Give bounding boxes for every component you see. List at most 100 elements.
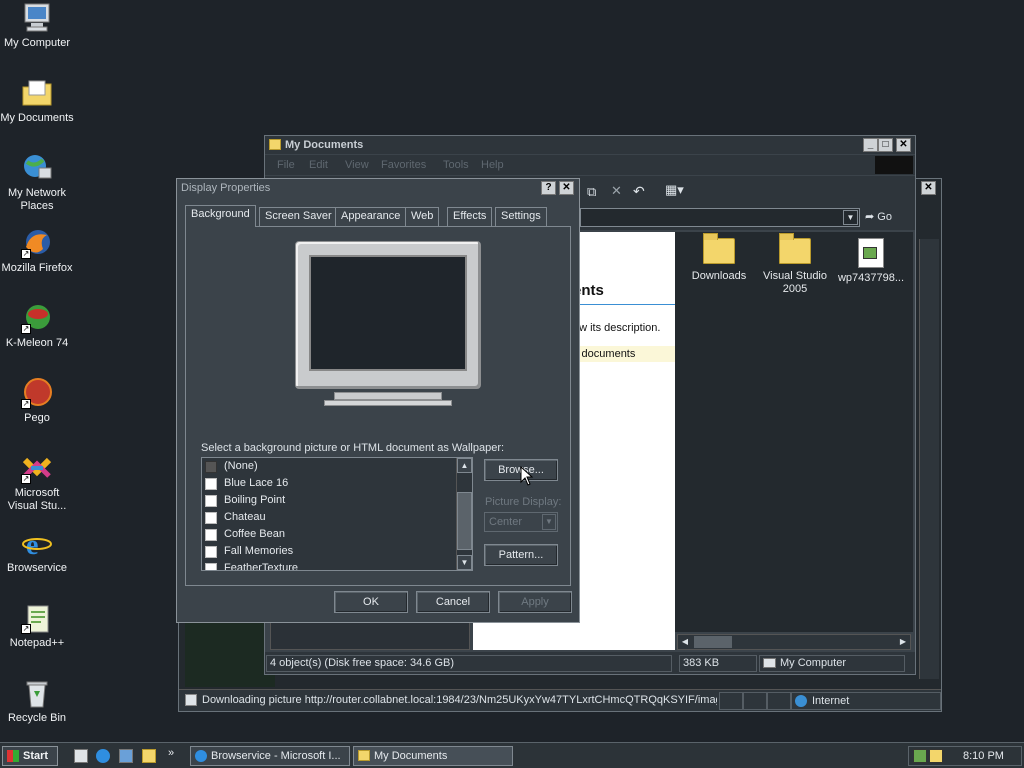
cancel-button[interactable]: Cancel [416,591,490,613]
window-title: My Documents [285,139,364,151]
menu-file[interactable]: File [277,159,295,171]
wallpaper-list[interactable]: (None) Blue Lace 16 Boiling Point Chatea… [201,457,473,571]
horizontal-scrollbar[interactable]: ◀ ▶ [677,634,911,650]
desktop-icon-notepadpp[interactable]: ↗ Notepad++ [0,602,74,650]
list-item[interactable]: Chateau [202,509,472,526]
desktop-icon-label: Notepad++ [9,637,65,649]
status-object-count: 4 object(s) (Disk free space: 34.6 GB) [266,655,672,672]
list-item[interactable]: Blue Lace 16 [202,475,472,492]
kmeleon-icon: ↗ [21,302,53,334]
desktop-icon-my-documents[interactable]: My Documents [0,77,74,125]
folder-icon [269,139,281,150]
desktop-icon-label: Pego [24,412,50,424]
help-button[interactable]: ? [541,181,556,195]
desktop-icon-visual-studio[interactable]: ↗ Microsoft Visual Stu... [0,452,74,513]
folder-label: Downloads [691,270,747,282]
scroll-right-icon[interactable]: ▶ [896,635,910,649]
scroll-thumb[interactable] [694,636,732,648]
browser-vertical-scrollbar[interactable] [919,239,939,679]
desktop-icon-network-places[interactable]: My Network Places [0,152,74,213]
dialog-titlebar[interactable]: Display Properties ? ✕ [177,179,579,197]
explorer-icon[interactable] [142,749,156,763]
ok-button[interactable]: OK [334,591,408,613]
tab-web[interactable]: Web [405,207,440,226]
shortcut-arrow-icon: ↗ [21,249,31,259]
go-button[interactable]: ➦ Go [865,208,909,227]
taskbar: Start » Browservice - Microsoft I... My … [0,742,1024,768]
desktop: My Computer My Documents My Network Plac… [0,0,1024,742]
scroll-left-icon[interactable]: ◀ [678,635,692,649]
minimize-button[interactable]: _ [863,138,878,152]
tray-app-icon[interactable] [929,749,943,763]
pane-link[interactable]: s documents [573,346,675,362]
tab-background[interactable]: Background [185,205,256,227]
desktop-icon-my-computer[interactable]: My Computer [0,2,74,50]
address-field[interactable]: ▼ [580,208,860,227]
list-item[interactable]: Boiling Point [202,492,472,509]
clock[interactable]: 8:10 PM [963,750,1004,762]
tab-effects[interactable]: Effects [447,207,493,226]
outlook-express-icon[interactable] [119,749,133,763]
folder-item[interactable]: Visual Studio 2005 [755,233,835,296]
start-button[interactable]: Start [2,746,58,766]
views-icon[interactable]: ▦▾ [665,182,684,198]
chevron-down-icon[interactable]: ▼ [843,210,858,225]
undo-icon[interactable]: ↶ [633,183,645,200]
desktop-icon-pego[interactable]: ↗ Pego [0,377,74,425]
apply-button[interactable]: Apply [498,591,572,613]
menu-help[interactable]: Help [481,159,504,171]
tab-settings[interactable]: Settings [495,207,547,226]
browser-close-button[interactable]: ✕ [921,181,936,195]
maximize-button[interactable]: □ [878,138,893,152]
list-scrollbar[interactable]: ▲ ▼ [456,458,472,570]
desktop-icon-firefox[interactable]: ↗ Mozilla Firefox [0,227,74,275]
menu-view[interactable]: View [345,159,369,171]
visual-studio-icon: ↗ [21,452,53,484]
desktop-icon-browservice[interactable]: e Browservice [0,527,74,575]
scroll-up-icon[interactable]: ▲ [457,458,472,473]
menu-tools[interactable]: Tools [443,159,469,171]
monitor-preview [295,241,481,389]
recycle-bin-icon [21,677,53,709]
folder-item[interactable]: Downloads [679,233,759,283]
menu-favorites[interactable]: Favorites [381,159,426,171]
display-properties-dialog: Display Properties ? ✕ Background Screen… [176,178,580,623]
desktop-icon-recycle-bin[interactable]: Recycle Bin [0,677,74,725]
wallpaper-label: Select a background picture or HTML docu… [201,442,505,454]
copy-to-icon[interactable]: ⧉ [587,184,596,200]
scroll-down-icon[interactable]: ▼ [457,555,472,570]
desktop-icon-kmeleon[interactable]: ↗ K-Meleon 74 [0,302,74,350]
quicklaunch-more-icon[interactable]: » [168,747,174,759]
list-item[interactable]: FeatherTexture [202,560,472,570]
task-my-documents[interactable]: My Documents [353,746,513,766]
task-browservice[interactable]: Browservice - Microsoft I... [190,746,350,766]
ie-icon[interactable] [96,749,110,763]
pattern-button[interactable]: Pattern... [484,544,558,566]
bitmap-file-icon [205,478,217,490]
firefox-icon: ↗ [21,227,53,259]
shortcut-arrow-icon: ↗ [21,399,31,409]
show-desktop-icon[interactable] [74,749,88,763]
go-arrow-icon: ➦ [865,211,875,223]
windows-logo-icon [7,750,19,762]
menu-edit[interactable]: Edit [309,159,328,171]
network-tray-icon[interactable] [913,749,927,763]
page-icon [185,694,197,706]
browser-status-text: Downloading picture http://router.collab… [202,694,717,706]
none-icon [205,461,217,473]
close-button[interactable]: ✕ [896,138,911,152]
tab-appearance[interactable]: Appearance [335,207,407,226]
monitor-stand [334,392,442,400]
close-button[interactable]: ✕ [559,181,574,195]
tab-screen-saver[interactable]: Screen Saver [259,207,338,226]
file-item[interactable]: wp7437798... [831,238,911,285]
menu-bar: File Edit View Favorites Tools Help [265,155,915,175]
list-item[interactable]: (None) [202,458,472,475]
ie-icon [195,750,207,762]
scroll-thumb[interactable] [457,492,472,550]
delete-icon[interactable]: ✕ [611,183,622,199]
list-item[interactable]: Fall Memories [202,543,472,560]
browser-status-bar: Downloading picture http://router.collab… [179,689,941,711]
my-documents-titlebar[interactable]: My Documents _ □ ✕ [265,136,915,154]
list-item[interactable]: Coffee Bean [202,526,472,543]
